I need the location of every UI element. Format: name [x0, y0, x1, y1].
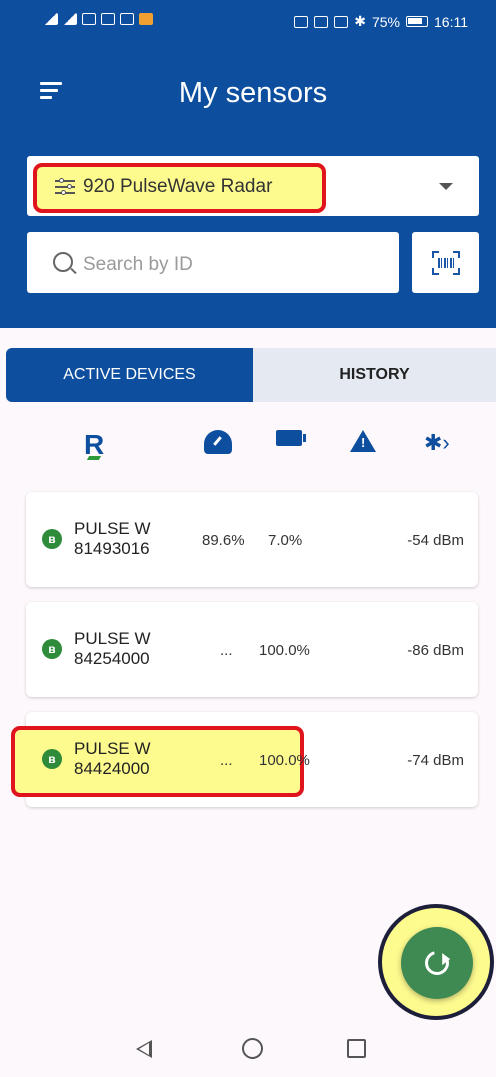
recent-apps-icon[interactable]: [347, 1039, 366, 1058]
tab-active-devices[interactable]: ACTIVE DEVICES: [6, 348, 253, 402]
bluetooth-icon: ʙ: [42, 639, 62, 659]
wifi-icon: [82, 13, 96, 25]
status-bar: ✱ 75% 16:11: [0, 0, 496, 44]
message-icon: [120, 13, 134, 25]
column-header-icons: R ✱›: [0, 430, 496, 464]
device-name: PULSE W: [74, 519, 151, 538]
gauge-icon: [204, 430, 232, 454]
device-card[interactable]: ʙ PULSE W 84254000 ... 100.0% -86 dBm: [26, 602, 478, 697]
tab-history[interactable]: HISTORY: [253, 348, 496, 402]
refresh-icon: [420, 946, 454, 980]
sensor-type-value: 920 PulseWave Radar: [83, 176, 273, 197]
device-level: ...: [220, 642, 233, 659]
device-battery: 100.0%: [259, 642, 310, 659]
device-level: 89.6%: [202, 532, 245, 549]
search-input[interactable]: Search by ID: [27, 232, 399, 293]
device-id: 84254000: [74, 649, 150, 668]
status-icons-right: ✱ 75% 16:11: [294, 13, 468, 30]
battery-percent: 75%: [371, 13, 400, 30]
battery-status-icon: [406, 16, 428, 27]
bluetooth-status-icon: ✱: [354, 13, 366, 29]
device-signal: -86 dBm: [407, 642, 464, 659]
search-placeholder: Search by ID: [83, 254, 193, 275]
search-icon: [53, 252, 73, 272]
device-battery: 7.0%: [268, 532, 303, 549]
warning-icon: [350, 430, 376, 452]
app-header: My sensors 920 PulseWave Radar Search by…: [0, 44, 496, 328]
nfc-icon: [314, 15, 329, 28]
sensor-type-dropdown[interactable]: 920 PulseWave Radar: [27, 156, 479, 216]
eye-icon: [294, 15, 309, 28]
signal-icon: [44, 13, 58, 25]
system-navigation-bar: [0, 1020, 496, 1077]
app-notification-icon: [139, 13, 153, 25]
dropdown-arrow-icon[interactable]: [439, 183, 453, 190]
signal-icon-2: [63, 13, 77, 25]
clock: 16:11: [434, 13, 468, 30]
tab-bar: ACTIVE DEVICES HISTORY: [6, 348, 496, 402]
device-level: ...: [220, 752, 233, 769]
device-name: PULSE W: [74, 739, 151, 758]
scan-barcode-button[interactable]: [412, 232, 479, 293]
page-title: My sensors: [178, 77, 328, 109]
filter-icon: [55, 178, 75, 196]
refresh-button[interactable]: [401, 927, 473, 999]
back-icon[interactable]: [136, 1040, 152, 1058]
barcode-scan-icon: [432, 251, 460, 275]
bluetooth-signal-icon: ✱›: [424, 430, 450, 455]
device-card[interactable]: ʙ PULSE W 81493016 89.6% 7.0% -54 dBm: [26, 492, 478, 587]
battery-icon: [276, 430, 306, 446]
device-signal: -74 dBm: [407, 752, 464, 769]
device-id: 84424000: [74, 759, 150, 778]
bluetooth-icon: ʙ: [42, 529, 62, 549]
device-id: 81493016: [74, 539, 150, 558]
device-name: PULSE W: [74, 629, 151, 648]
home-icon[interactable]: [242, 1038, 263, 1059]
device-battery: 100.0%: [259, 752, 310, 769]
status-icons-left: [44, 13, 153, 25]
bluetooth-icon: ʙ: [42, 749, 62, 769]
video-icon: [101, 13, 115, 25]
vibrate-icon: [334, 15, 349, 28]
device-signal: -54 dBm: [407, 532, 464, 549]
device-card[interactable]: ʙ PULSE W 84424000 ... 100.0% -74 dBm: [11, 712, 478, 807]
r-logo-icon: R: [84, 430, 110, 460]
